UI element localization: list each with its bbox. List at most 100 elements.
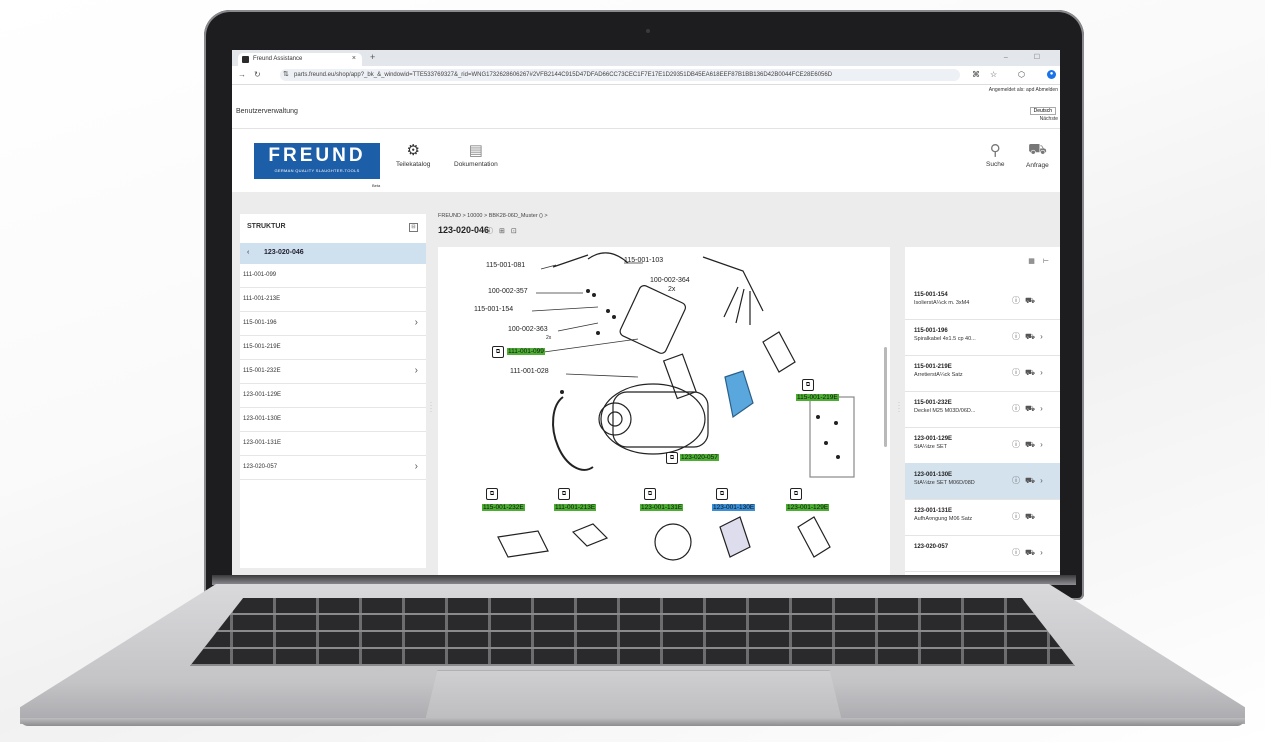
parts-list-item[interactable]: 115-001-232E Deckel M25 M03D/06D... ⓘ⛟› bbox=[905, 391, 1060, 428]
part-label: 2x bbox=[546, 335, 552, 341]
part-actions[interactable]: ⓘ⛟› bbox=[1012, 403, 1048, 414]
drawing-scrollbar[interactable] bbox=[884, 347, 887, 447]
part-desc: StÃ¼tze SET bbox=[914, 444, 948, 450]
language-select[interactable]: Deutsch bbox=[1029, 107, 1056, 115]
window-controls[interactable]: – ☐ bbox=[1004, 53, 1052, 61]
parts-list-item[interactable]: 115-001-154 IsolierstÃ¼ck m. 3xM4 ⓘ⛟ bbox=[905, 283, 1060, 320]
callout-selected[interactable]: 123-001-130E bbox=[712, 504, 756, 511]
subassembly-icon[interactable]: ⧉ bbox=[666, 452, 678, 464]
structure-item-label: 123-001-131E bbox=[243, 440, 282, 446]
browser-tab[interactable]: Freund Assistance × bbox=[238, 53, 362, 66]
structure-item[interactable]: 111-001-213E bbox=[240, 288, 426, 312]
structure-item[interactable]: 123-001-130E bbox=[240, 408, 426, 432]
part-code: 115-001-219E bbox=[914, 364, 952, 370]
back-icon[interactable]: → bbox=[238, 70, 246, 79]
structure-item[interactable]: 123-020-057 › bbox=[240, 456, 426, 480]
cart-icon: ⛟ bbox=[1027, 141, 1047, 158]
reload-icon[interactable]: ↻ bbox=[254, 70, 261, 79]
chevron-right-icon[interactable]: › bbox=[415, 365, 418, 376]
menu-request[interactable]: ⛟ Anfrage bbox=[1026, 141, 1049, 169]
tab-close-icon[interactable]: × bbox=[352, 55, 356, 62]
part-label[interactable]: 100-002-357 bbox=[488, 288, 528, 295]
parts-list-item[interactable]: 115-001-196 Spiralkabel 4x1.5 cp 40... ⓘ… bbox=[905, 319, 1060, 356]
structure-item[interactable]: 123-001-131E bbox=[240, 432, 426, 456]
bookmark-star-icon[interactable]: ☆ bbox=[990, 70, 997, 79]
part-label[interactable]: 100-002-363 bbox=[508, 326, 548, 333]
back-chevron-icon[interactable]: ‹ bbox=[247, 249, 249, 256]
callout-green[interactable]: 123-020-057 bbox=[680, 454, 719, 461]
translate-icon[interactable]: ⌘ bbox=[972, 70, 980, 79]
logo-brand-text: FREUND bbox=[268, 145, 366, 166]
structure-item[interactable]: 115-001-196 › bbox=[240, 312, 426, 336]
parts-list-item[interactable]: 123-020-057 ⓘ⛟› bbox=[905, 535, 1060, 572]
webcam bbox=[646, 29, 650, 33]
callout-green[interactable]: 111-001-099 bbox=[507, 348, 545, 355]
site-info-icon[interactable]: ⇅ bbox=[283, 69, 289, 81]
parts-list-item[interactable]: 123-001-129E StÃ¼tze SET ⓘ⛟› bbox=[905, 427, 1060, 464]
parts-list-panel: ▦⊢ 115-001-154 IsolierstÃ¼ck m. 3xM4 ⓘ⛟ … bbox=[905, 247, 1060, 575]
parts-list-item-selected[interactable]: 123-001-130E StÃ¼tze SET M06D/08D ⓘ⛟› bbox=[905, 463, 1060, 500]
extensions-icon[interactable]: ⬡ bbox=[1018, 70, 1025, 79]
collapse-panel-icon[interactable]: ⊟ bbox=[409, 223, 418, 232]
menu-parts-catalog[interactable]: ⚙ Teilekatalog bbox=[396, 141, 430, 168]
part-actions[interactable]: ⓘ⛟ bbox=[1012, 511, 1040, 522]
current-node-label: 123-020-046 bbox=[264, 249, 304, 256]
part-label[interactable]: 115-001-154 bbox=[474, 306, 513, 313]
part-actions[interactable]: ⓘ⛟› bbox=[1012, 331, 1048, 342]
callout-green[interactable]: 123-001-131E bbox=[640, 504, 684, 511]
chevron-right-icon[interactable]: › bbox=[415, 461, 418, 472]
beta-badge: Beta bbox=[372, 183, 381, 188]
user-admin-link[interactable]: Benutzerverwaltung bbox=[236, 108, 298, 115]
subassembly-icon[interactable]: ⧉ bbox=[716, 488, 728, 500]
profile-avatar[interactable]: ● bbox=[1047, 70, 1056, 79]
part-actions[interactable]: ⓘ⛟ bbox=[1012, 295, 1040, 306]
part-label[interactable]: 115-001-081 bbox=[486, 262, 525, 269]
structure-item[interactable]: 115-001-232E › bbox=[240, 360, 426, 384]
structure-current-node[interactable]: ‹ 123-020-046 bbox=[240, 243, 426, 264]
parts-list-tools[interactable]: ▦⊢ bbox=[1028, 257, 1057, 265]
parts-list-item[interactable]: 123-001-131E AufhÃ¤ngung M06 Satz ⓘ⛟ bbox=[905, 499, 1060, 536]
menu-search[interactable]: ⚲ Suche bbox=[986, 141, 1004, 168]
menu-parts-catalog-label: Teilekatalog bbox=[396, 161, 431, 168]
part-actions[interactable]: ⓘ⛟› bbox=[1012, 547, 1048, 558]
part-actions[interactable]: ⓘ⛟› bbox=[1012, 439, 1048, 450]
structure-item[interactable]: 123-001-129E bbox=[240, 384, 426, 408]
chevron-right-icon[interactable]: › bbox=[415, 317, 418, 328]
part-label[interactable]: 111-001-028 bbox=[510, 368, 549, 375]
structure-item[interactable]: 111-001-099 bbox=[240, 264, 426, 288]
subassembly-icon[interactable]: ⧉ bbox=[644, 488, 656, 500]
part-actions[interactable]: ⓘ⛟› bbox=[1012, 367, 1048, 378]
part-desc: Deckel M25 M03D/06D... bbox=[914, 408, 976, 414]
panel-resize-handle[interactable]: · · · · bbox=[898, 400, 901, 420]
subassembly-icon[interactable]: ⧉ bbox=[486, 488, 498, 500]
structure-item[interactable]: 115-001-219E bbox=[240, 336, 426, 360]
subassembly-icon[interactable]: ⧉ bbox=[558, 488, 570, 500]
subassembly-icon[interactable]: ⧉ bbox=[492, 346, 504, 358]
laptop-hinge bbox=[212, 575, 1076, 585]
part-label: 2x bbox=[668, 286, 676, 293]
subassembly-icon[interactable]: ⧉ bbox=[802, 379, 814, 391]
structure-item-label: 123-020-057 bbox=[243, 464, 278, 470]
app-header: FREUND GERMAN QUALITY SLAUGHTER-TOOLS Be… bbox=[232, 128, 1060, 193]
breadcrumb[interactable]: FREUND > 10000 > BBK28-06D_Muster () > bbox=[438, 213, 548, 219]
part-label[interactable]: 115-001-103 bbox=[624, 257, 663, 264]
exploded-drawing[interactable]: 115-001-081 115-001-103 100-002-357 100-… bbox=[438, 247, 890, 575]
parts-list-item[interactable]: 115-001-219E ArretierstÃ¼ck Satz ⓘ⛟› bbox=[905, 355, 1060, 392]
callout-green[interactable]: 115-001-232E bbox=[482, 504, 525, 511]
part-label[interactable]: 100-002-364 bbox=[650, 277, 690, 284]
panel-resize-handle[interactable]: · · · · bbox=[430, 400, 433, 420]
part-actions[interactable]: ⓘ⛟› bbox=[1012, 475, 1048, 486]
new-tab-button[interactable]: + bbox=[370, 52, 375, 62]
callout-green[interactable]: 115-001-219E bbox=[796, 394, 839, 401]
subassembly-icon[interactable]: ⧉ bbox=[790, 488, 802, 500]
menu-documentation-label: Dokumentation bbox=[454, 161, 498, 168]
callout-green[interactable]: 123-001-129E bbox=[786, 504, 830, 511]
freund-logo[interactable]: FREUND GERMAN QUALITY SLAUGHTER-TOOLS bbox=[254, 143, 380, 179]
laptop-screen: Freund Assistance × + – ☐ → ↻ ⇅ parts.fr… bbox=[232, 50, 1060, 575]
callout-green[interactable]: 111-001-213E bbox=[554, 504, 597, 511]
next-link[interactable]: Nächste bbox=[1040, 116, 1058, 122]
structure-item-label: 115-001-232E bbox=[243, 368, 281, 374]
title-actions[interactable]: ⓘ⊞⊡ bbox=[486, 226, 523, 236]
menu-documentation[interactable]: ▤ Dokumentation bbox=[454, 141, 498, 168]
address-bar[interactable]: ⇅ parts.freund.eu/shop/app?_bk_&_windowi… bbox=[280, 69, 960, 81]
